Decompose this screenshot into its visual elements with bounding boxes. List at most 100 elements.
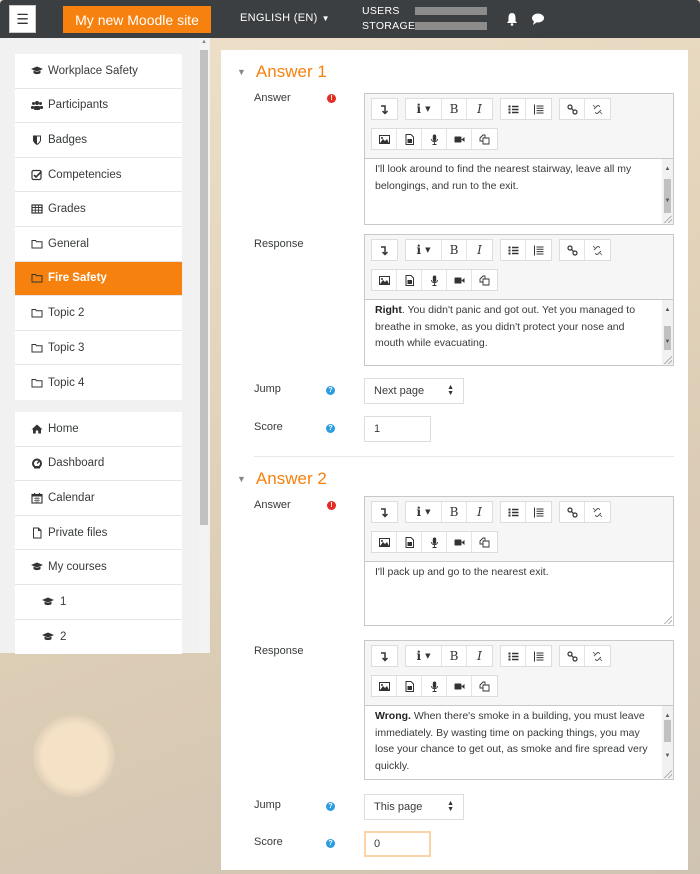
paragraph-styles-button[interactable]: i ▼ xyxy=(406,646,442,666)
unlink-button[interactable] xyxy=(585,99,610,119)
toolbar-toggle-button[interactable] xyxy=(372,502,397,522)
insert-image-button[interactable] xyxy=(372,532,397,552)
nav-item-course-2[interactable]: 2 xyxy=(15,620,182,654)
link-button[interactable] xyxy=(560,240,585,260)
nav-item-private-files[interactable]: Private files xyxy=(15,516,182,551)
answer-2-header[interactable]: ▼ Answer 2 xyxy=(237,469,327,489)
toolbar-toggle-button[interactable] xyxy=(372,646,397,666)
nav-item-competencies[interactable]: Competencies xyxy=(15,158,182,193)
response-1-editor-content[interactable]: Right. You didn't panic and got out. Yet… xyxy=(365,299,673,365)
bold-button[interactable]: B xyxy=(442,646,467,666)
insert-image-button[interactable] xyxy=(372,129,397,149)
ordered-list-button[interactable] xyxy=(526,240,551,260)
insert-media-button[interactable] xyxy=(397,129,422,149)
scroll-down-icon[interactable]: ▼ xyxy=(662,193,673,210)
scroll-thumb[interactable] xyxy=(664,720,671,742)
insert-image-button[interactable] xyxy=(372,270,397,290)
paragraph-styles-button[interactable]: i ▼ xyxy=(406,99,442,119)
score-input[interactable]: 0 xyxy=(364,831,431,857)
link-button[interactable] xyxy=(560,646,585,666)
ordered-list-button[interactable] xyxy=(526,502,551,522)
scroll-up-icon[interactable]: ▲ xyxy=(662,161,673,178)
nav-item-home[interactable]: Home xyxy=(15,412,182,447)
nav-item-my-courses[interactable]: My courses xyxy=(15,550,182,585)
manage-files-button[interactable] xyxy=(472,270,497,290)
language-menu[interactable]: ENGLISH (EN) ▼ xyxy=(240,12,330,24)
nav-item-general[interactable]: General xyxy=(15,227,182,262)
italic-button[interactable]: I xyxy=(467,99,492,119)
help-icon[interactable]: ? xyxy=(326,839,335,848)
resize-handle-icon[interactable] xyxy=(664,215,672,223)
answer-1-editor-content[interactable]: I'll look around to find the nearest sta… xyxy=(365,158,673,224)
nav-item-grades[interactable]: Grades xyxy=(15,192,182,227)
drawer-scrollbar-thumb[interactable] xyxy=(200,50,208,525)
nav-item-workplace-safety[interactable]: Workplace Safety xyxy=(15,54,182,89)
drawer-toggle-button[interactable]: ☰ xyxy=(9,5,36,33)
nav-item-participants[interactable]: Participants xyxy=(15,89,182,124)
manage-files-button[interactable] xyxy=(472,129,497,149)
site-name-link[interactable]: My new Moodle site xyxy=(63,6,211,33)
unordered-list-button[interactable] xyxy=(501,240,526,260)
bold-button[interactable]: B xyxy=(442,240,467,260)
response-2-editor-content[interactable]: Wrong. When there's smoke in a building,… xyxy=(365,705,673,779)
jump-select[interactable]: Next page ▲ ▼ xyxy=(364,378,464,404)
help-icon[interactable]: ? xyxy=(326,386,335,395)
editor-scrollbar[interactable]: ▲ ▼ xyxy=(662,706,673,779)
jump-select[interactable]: This page ▲ ▼ xyxy=(364,794,464,820)
manage-files-button[interactable] xyxy=(472,532,497,552)
ordered-list-button[interactable] xyxy=(526,99,551,119)
insert-media-button[interactable] xyxy=(397,676,422,696)
record-video-button[interactable] xyxy=(447,532,472,552)
record-audio-button[interactable] xyxy=(422,676,447,696)
answer-2-editor-content[interactable]: I'll pack up and go to the nearest exit. xyxy=(365,561,673,625)
record-audio-button[interactable] xyxy=(422,270,447,290)
unordered-list-button[interactable] xyxy=(501,99,526,119)
italic-button[interactable]: I xyxy=(467,240,492,260)
unordered-list-button[interactable] xyxy=(501,502,526,522)
resize-handle-icon[interactable] xyxy=(664,616,672,624)
nav-item-course-1[interactable]: 1 xyxy=(15,585,182,620)
nav-item-badges[interactable]: Badges xyxy=(15,123,182,158)
unlink-button[interactable] xyxy=(585,646,610,666)
manage-files-button[interactable] xyxy=(472,676,497,696)
italic-button[interactable]: I xyxy=(467,502,492,522)
help-icon[interactable]: ? xyxy=(326,802,335,811)
ordered-list-button[interactable] xyxy=(526,646,551,666)
nav-item-topic-3[interactable]: Topic 3 xyxy=(15,331,182,366)
nav-item-fire-safety[interactable]: Fire Safety xyxy=(15,261,182,297)
unlink-button[interactable] xyxy=(585,502,610,522)
link-button[interactable] xyxy=(560,99,585,119)
record-video-button[interactable] xyxy=(447,676,472,696)
link-button[interactable] xyxy=(560,502,585,522)
help-icon[interactable]: ? xyxy=(326,424,335,433)
scroll-down-icon[interactable]: ▼ xyxy=(662,334,673,351)
resize-handle-icon[interactable] xyxy=(664,770,672,778)
nav-item-dashboard[interactable]: Dashboard xyxy=(15,447,182,482)
unlink-button[interactable] xyxy=(585,240,610,260)
record-audio-button[interactable] xyxy=(422,129,447,149)
bold-button[interactable]: B xyxy=(442,99,467,119)
score-input[interactable]: 1 xyxy=(364,416,431,442)
insert-media-button[interactable] xyxy=(397,270,422,290)
bold-button[interactable]: B xyxy=(442,502,467,522)
nav-item-topic-4[interactable]: Topic 4 xyxy=(15,365,182,400)
bell-icon[interactable] xyxy=(506,12,518,26)
nav-item-calendar[interactable]: Calendar xyxy=(15,481,182,516)
nav-item-topic-2[interactable]: Topic 2 xyxy=(15,296,182,331)
paragraph-styles-button[interactable]: i ▼ xyxy=(406,502,442,522)
resize-handle-icon[interactable] xyxy=(664,356,672,364)
record-video-button[interactable] xyxy=(447,270,472,290)
answer-1-header[interactable]: ▼ Answer 1 xyxy=(237,62,327,82)
scroll-up-arrow-icon[interactable]: ▲ xyxy=(199,39,209,49)
unordered-list-button[interactable] xyxy=(501,646,526,666)
paragraph-styles-button[interactable]: i ▼ xyxy=(406,240,442,260)
record-audio-button[interactable] xyxy=(422,532,447,552)
insert-media-button[interactable] xyxy=(397,532,422,552)
record-video-button[interactable] xyxy=(447,129,472,149)
insert-image-button[interactable] xyxy=(372,676,397,696)
italic-button[interactable]: I xyxy=(467,646,492,666)
toolbar-toggle-button[interactable] xyxy=(372,99,397,119)
toolbar-toggle-button[interactable] xyxy=(372,240,397,260)
chat-icon[interactable] xyxy=(531,12,545,26)
scroll-up-icon[interactable]: ▲ xyxy=(662,302,673,319)
